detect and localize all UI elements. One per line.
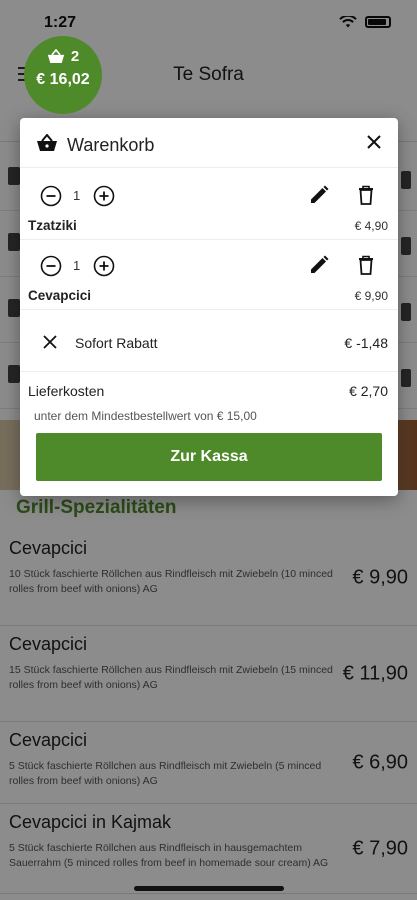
quantity-value: 1 xyxy=(73,188,81,203)
cart-badge-total: € 16,02 xyxy=(36,71,90,88)
cart-item-name: Cevapcici xyxy=(28,288,92,303)
minus-circle-icon[interactable] xyxy=(40,255,62,277)
cart-item-price: € 4,90 xyxy=(354,219,388,233)
discount-row: Sofort Rabatt € -1,48 xyxy=(20,310,398,372)
cart-line-item: 1 Tzatziki € 4,90 xyxy=(20,170,398,240)
cart-item-name: Tzatziki xyxy=(28,218,77,233)
discount-value: € -1,48 xyxy=(344,335,388,351)
close-icon[interactable] xyxy=(364,132,384,152)
minus-circle-icon[interactable] xyxy=(40,185,62,207)
checkout-button[interactable]: Zur Kassa xyxy=(36,433,382,481)
delivery-value: € 2,70 xyxy=(349,383,388,399)
plus-circle-icon[interactable] xyxy=(93,185,115,207)
pencil-icon[interactable] xyxy=(308,184,330,206)
min-order-note: unter dem Mindestbestellwert von € 15,00 xyxy=(34,409,257,423)
home-indicator[interactable] xyxy=(134,886,284,891)
discount-label: Sofort Rabatt xyxy=(75,335,158,351)
cart-badge-button[interactable]: 2 € 16,02 xyxy=(24,36,102,114)
cart-item-price: € 9,90 xyxy=(354,289,388,303)
basket-icon xyxy=(37,134,57,151)
cart-title: Warenkorb xyxy=(67,135,155,155)
plus-circle-icon[interactable] xyxy=(93,255,115,277)
cart-line-item: 1 Cevapcici € 9,90 xyxy=(20,240,398,310)
pencil-icon[interactable] xyxy=(308,254,330,276)
cart-dialog: Warenkorb 1 Tzatziki € 4,90 1 Cevapcici … xyxy=(20,118,398,496)
remove-discount-icon[interactable] xyxy=(42,334,58,350)
cart-dialog-header: Warenkorb xyxy=(20,118,398,168)
trash-icon[interactable] xyxy=(356,254,376,276)
cart-badge-count: 2 xyxy=(70,48,80,65)
trash-icon[interactable] xyxy=(356,184,376,206)
basket-icon xyxy=(47,49,65,64)
quantity-value: 1 xyxy=(73,258,81,273)
delivery-label: Lieferkosten xyxy=(28,383,105,399)
